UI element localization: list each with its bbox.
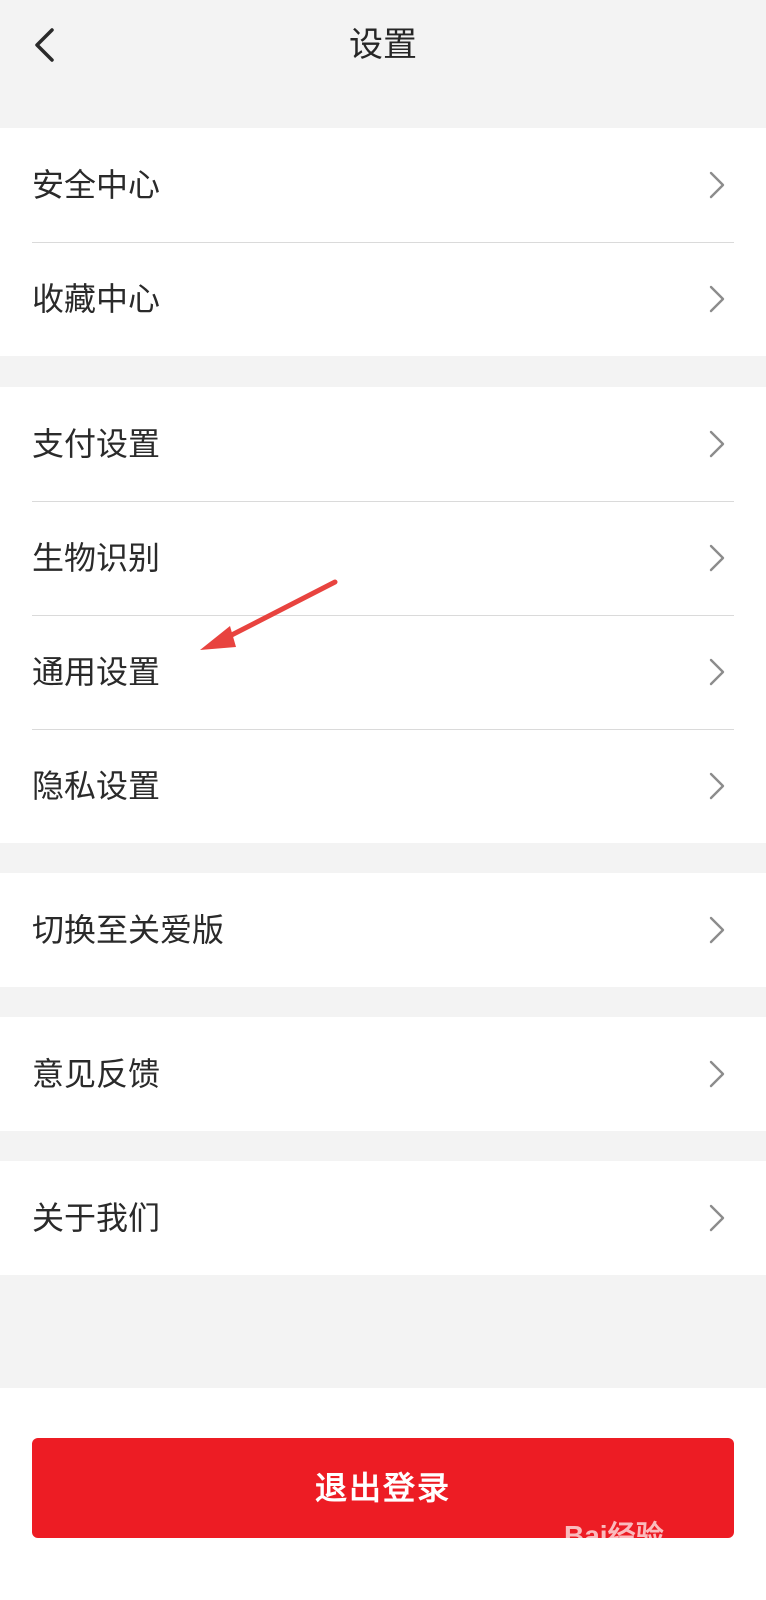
logout-button[interactable]: 退出登录 xyxy=(32,1438,734,1538)
chevron-right-icon xyxy=(709,1204,725,1232)
row-biometrics[interactable]: 生物识别 xyxy=(0,501,766,615)
settings-group-security: 安全中心 收藏中心 xyxy=(0,128,766,356)
settings-group-general: 支付设置 生物识别 通用设置 隐私设置 xyxy=(0,387,766,843)
row-label: 关于我们 xyxy=(32,1199,161,1237)
row-security-center[interactable]: 安全中心 xyxy=(0,128,766,242)
chevron-right-icon xyxy=(709,772,725,800)
chevron-right-icon xyxy=(709,430,725,458)
settings-group-feedback: 意见反馈 xyxy=(0,1017,766,1131)
row-switch-care-edition[interactable]: 切换至关爱版 xyxy=(0,873,766,987)
chevron-right-icon xyxy=(709,1060,725,1088)
row-label: 切换至关爱版 xyxy=(32,911,225,949)
header-bar: 设置 xyxy=(0,0,766,96)
row-label: 支付设置 xyxy=(32,425,161,463)
settings-group-about: 关于我们 xyxy=(0,1161,766,1275)
row-label: 通用设置 xyxy=(32,653,161,691)
chevron-right-icon xyxy=(709,916,725,944)
logout-area: 退出登录 xyxy=(0,1388,766,1600)
row-privacy-settings[interactable]: 隐私设置 xyxy=(0,729,766,843)
chevron-right-icon xyxy=(709,658,725,686)
chevron-right-icon xyxy=(709,285,725,313)
row-about-us[interactable]: 关于我们 xyxy=(0,1161,766,1275)
row-label: 收藏中心 xyxy=(32,280,161,318)
row-label: 意见反馈 xyxy=(32,1055,161,1093)
settings-group-care: 切换至关爱版 xyxy=(0,873,766,987)
row-label: 安全中心 xyxy=(32,166,161,204)
row-label: 生物识别 xyxy=(32,539,161,577)
page-title: 设置 xyxy=(349,25,417,65)
row-feedback[interactable]: 意见反馈 xyxy=(0,1017,766,1131)
row-favorites-center[interactable]: 收藏中心 xyxy=(0,242,766,356)
chevron-right-icon xyxy=(709,171,725,199)
row-label: 隐私设置 xyxy=(32,767,161,805)
chevron-right-icon xyxy=(709,544,725,572)
row-general-settings[interactable]: 通用设置 xyxy=(0,615,766,729)
row-payment-settings[interactable]: 支付设置 xyxy=(0,387,766,501)
